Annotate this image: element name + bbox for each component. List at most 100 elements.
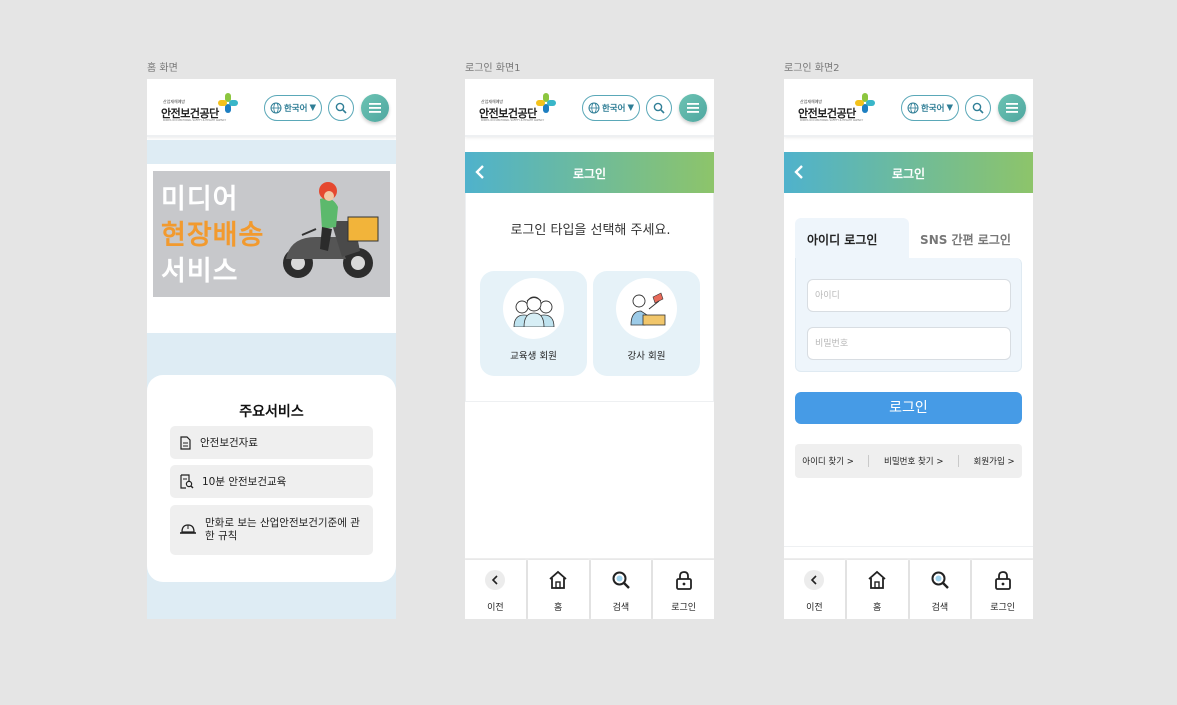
search-button[interactable] [646,95,672,121]
nav-label: 홈 [872,603,882,613]
logo-cross-icon [855,93,875,113]
login-title: 로그인 [572,167,607,181]
nav-label: 이전 [806,603,823,613]
home-icon [549,570,567,589]
tab-sns-login[interactable]: SNS 간편 로그인 [909,218,1022,259]
language-label: 한국어 [601,104,626,114]
nav-label: 검색 [931,603,949,613]
instructor-member-card[interactable]: 강사 회원 [593,271,700,376]
login-type-panel: 로그인 타입을 선택해 주세요. 교육생 회원 강사 회원 [465,193,714,402]
login-title: 로그인 [891,167,926,181]
nav-home[interactable]: 홈 [846,560,908,619]
language-selector[interactable]: 한국어 ▼ [264,95,322,121]
search-icon [612,571,630,589]
nav-label: 검색 [612,603,630,613]
language-label: 한국어 [920,104,945,114]
lock-icon [675,571,692,590]
student-member-label: 교육생 회원 [510,351,557,362]
service-item-label: 만화로 보는 산업안전보건기준에 관한 규칙 [205,516,360,542]
caret-down-icon: ▼ [946,103,953,113]
id-input[interactable] [807,279,1011,312]
tab-id-login[interactable]: 아이디 로그인 [795,218,909,259]
banner-line-1: 미디어 [161,184,239,215]
menu-button[interactable] [998,94,1026,122]
document-icon [180,435,191,450]
service-item-label: 안전보건자료 [200,437,258,449]
screen-label-login1: 로그인 화면1 [465,63,521,74]
instructor-illustration [616,278,677,339]
banner-line-2: 현장배송 [161,220,265,251]
login-tabs: 아이디 로그인 SNS 간편 로그인 [795,218,1022,372]
language-selector[interactable]: 한국어 ▼ [901,95,959,121]
lock-icon [994,571,1011,590]
nav-label: 이전 [487,603,504,613]
login-type-screen: 산업재해예방 안전보건공단 KOREA OCCUPATIONAL SAFETY … [465,79,714,619]
nav-label: 로그인 [671,603,697,613]
nav-login[interactable]: 로그인 [972,560,1033,619]
logo-cross-icon [536,93,556,113]
nav-back[interactable]: 이전 [465,560,526,619]
chevron-left-icon [492,575,498,585]
service-item-10min-education[interactable]: 10분 안전보건교육 [170,465,373,498]
nav-search[interactable]: 검색 [590,560,652,619]
search-icon [335,102,347,114]
bottom-nav: 이전 홈 검색 로그인 [465,558,714,619]
nav-label: 로그인 [990,603,1016,613]
main-services-card: 주요서비스 안전보건자료 10분 안전보건교육 만화로 보는 산업안전보건기준에… [147,375,396,582]
menu-button[interactable] [679,94,707,122]
logo[interactable]: 산업재해예방 안전보건공단 KOREA OCCUPATIONAL SAFETY … [479,92,559,124]
link-divider [958,455,959,467]
login-button[interactable]: 로그인 [795,392,1022,424]
search-button[interactable] [965,95,991,121]
home-screen: 산업재해예방 안전보건공단 KOREA OCCUPATIONAL SAFETY … [147,79,396,619]
hamburger-menu-icon [369,103,381,113]
logo-english: KOREA OCCUPATIONAL SAFETY & HEALTH AGENC… [163,119,227,122]
screen-label-login2: 로그인 화면2 [784,63,840,74]
login-form-panel [795,258,1022,372]
logo-english: KOREA OCCUPATIONAL SAFETY & HEALTH AGENC… [800,119,864,122]
logo[interactable]: 산업재해예방 안전보건공단 KOREA OCCUPATIONAL SAFETY … [798,92,878,124]
students-illustration [503,278,564,339]
nav-login[interactable]: 로그인 [653,560,714,619]
link-divider [868,455,870,467]
nav-back[interactable]: 이전 [784,560,845,619]
banner-line-3: 서비스 [161,256,239,287]
account-links: 아이디 찾기 > 비밀번호 찾기 > 회원가입 > [795,444,1022,478]
search-icon [653,102,665,114]
chevron-left-icon [811,575,817,585]
logo-english: KOREA OCCUPATIONAL SAFETY & HEALTH AGENC… [481,119,545,122]
nav-search[interactable]: 검색 [909,560,971,619]
menu-button[interactable] [361,94,389,122]
login-title-bar: 로그인 [465,152,714,193]
nav-home[interactable]: 홈 [527,560,589,619]
password-input[interactable] [807,327,1011,360]
media-delivery-banner[interactable]: 미디어 현장배송 서비스 [153,171,390,297]
login-type-prompt: 로그인 타입을 선택해 주세요. [510,223,671,238]
header: 산업재해예방 안전보건공단 KOREA OCCUPATIONAL SAFETY … [465,79,714,137]
student-member-card[interactable]: 교육생 회원 [480,271,587,376]
home-icon [868,570,886,589]
screen-label-home: 홈 화면 [147,63,178,74]
home-band [147,140,396,164]
find-password-link[interactable]: 비밀번호 찾기 > [884,455,943,467]
header: 산업재해예방 안전보건공단 KOREA OCCUPATIONAL SAFETY … [147,79,396,137]
search-icon [972,102,984,114]
service-item-safety-data[interactable]: 안전보건자료 [170,426,373,459]
document-search-icon [180,474,194,489]
login-form-screen: 산업재해예방 안전보건공단 KOREA OCCUPATIONAL SAFETY … [784,79,1033,619]
divider [784,546,1033,547]
globe-icon [270,102,282,114]
bottom-nav: 이전 홈 검색 로그인 [784,558,1033,619]
hamburger-menu-icon [687,103,699,113]
search-button[interactable] [328,95,354,121]
caret-down-icon: ▼ [627,103,634,113]
caret-down-icon: ▼ [309,103,316,113]
globe-icon [588,102,600,114]
globe-icon [907,102,919,114]
language-selector[interactable]: 한국어 ▼ [582,95,640,121]
find-id-link[interactable]: 아이디 찾기 > [802,455,854,467]
service-item-comic-rules[interactable]: 만화로 보는 산업안전보건기준에 관한 규칙 [170,505,373,555]
logo[interactable]: 산업재해예방 안전보건공단 KOREA OCCUPATIONAL SAFETY … [161,92,241,124]
nav-label: 홈 [553,603,563,613]
signup-link[interactable]: 회원가입 > [974,455,1015,467]
